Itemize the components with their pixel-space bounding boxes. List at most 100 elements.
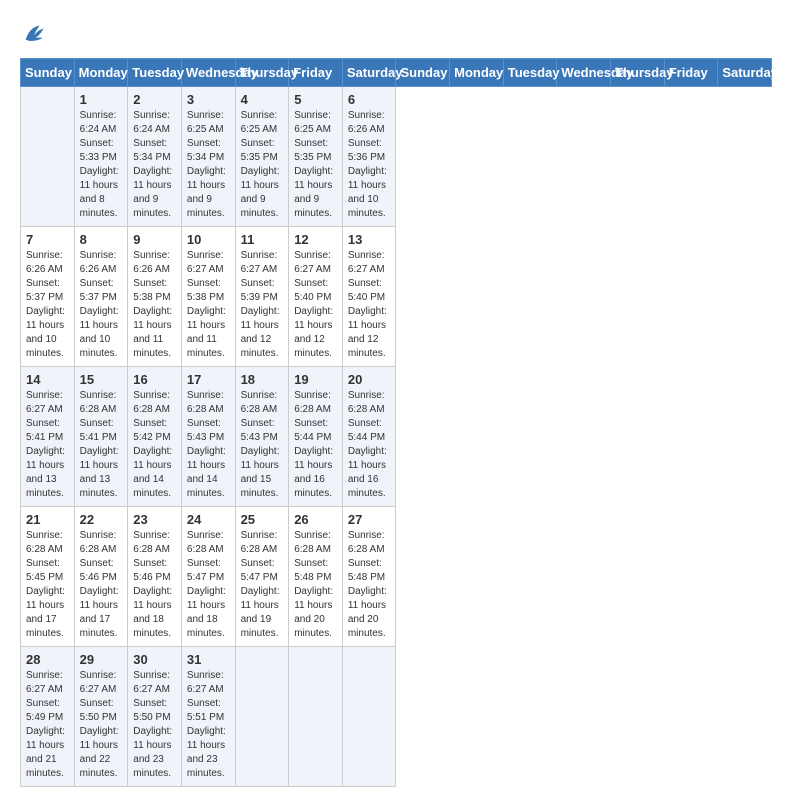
cell-details: Sunrise: 6:26 AMSunset: 5:38 PMDaylight:… — [133, 249, 176, 361]
day-header-tuesday: Tuesday — [503, 59, 557, 87]
calendar-cell: 30 Sunrise: 6:27 AMSunset: 5:50 PMDaylig… — [128, 647, 182, 787]
calendar-cell: 7 Sunrise: 6:26 AMSunset: 5:37 PMDayligh… — [21, 227, 75, 367]
day-number: 12 — [294, 232, 337, 247]
logo — [20, 20, 52, 48]
day-number: 28 — [26, 652, 69, 667]
day-number: 25 — [241, 512, 284, 527]
day-header-monday: Monday — [450, 59, 504, 87]
cell-details: Sunrise: 6:26 AMSunset: 5:37 PMDaylight:… — [26, 249, 69, 361]
calendar-cell: 13 Sunrise: 6:27 AMSunset: 5:40 PMDaylig… — [342, 227, 396, 367]
calendar-week-row: 21 Sunrise: 6:28 AMSunset: 5:45 PMDaylig… — [21, 507, 772, 647]
calendar-cell: 4 Sunrise: 6:25 AMSunset: 5:35 PMDayligh… — [235, 87, 289, 227]
day-header-wednesday: Wednesday — [181, 59, 235, 87]
calendar-cell: 23 Sunrise: 6:28 AMSunset: 5:46 PMDaylig… — [128, 507, 182, 647]
calendar-cell: 18 Sunrise: 6:28 AMSunset: 5:43 PMDaylig… — [235, 367, 289, 507]
cell-details: Sunrise: 6:28 AMSunset: 5:48 PMDaylight:… — [348, 529, 391, 641]
calendar-cell — [235, 647, 289, 787]
cell-details: Sunrise: 6:24 AMSunset: 5:34 PMDaylight:… — [133, 109, 176, 221]
day-number: 23 — [133, 512, 176, 527]
cell-details: Sunrise: 6:26 AMSunset: 5:37 PMDaylight:… — [80, 249, 123, 361]
calendar-cell: 31 Sunrise: 6:27 AMSunset: 5:51 PMDaylig… — [181, 647, 235, 787]
calendar-cell: 9 Sunrise: 6:26 AMSunset: 5:38 PMDayligh… — [128, 227, 182, 367]
day-number: 10 — [187, 232, 230, 247]
calendar-cell: 2 Sunrise: 6:24 AMSunset: 5:34 PMDayligh… — [128, 87, 182, 227]
day-number: 16 — [133, 372, 176, 387]
day-number: 6 — [348, 92, 391, 107]
calendar-cell — [289, 647, 343, 787]
calendar-cell: 22 Sunrise: 6:28 AMSunset: 5:46 PMDaylig… — [74, 507, 128, 647]
day-number: 13 — [348, 232, 391, 247]
day-number: 8 — [80, 232, 123, 247]
calendar-cell: 28 Sunrise: 6:27 AMSunset: 5:49 PMDaylig… — [21, 647, 75, 787]
calendar-cell: 5 Sunrise: 6:25 AMSunset: 5:35 PMDayligh… — [289, 87, 343, 227]
cell-details: Sunrise: 6:28 AMSunset: 5:44 PMDaylight:… — [348, 389, 391, 501]
day-number: 26 — [294, 512, 337, 527]
day-number: 18 — [241, 372, 284, 387]
calendar-header-row: SundayMondayTuesdayWednesdayThursdayFrid… — [21, 59, 772, 87]
day-number: 20 — [348, 372, 391, 387]
calendar-cell: 27 Sunrise: 6:28 AMSunset: 5:48 PMDaylig… — [342, 507, 396, 647]
cell-details: Sunrise: 6:28 AMSunset: 5:46 PMDaylight:… — [80, 529, 123, 641]
day-number: 3 — [187, 92, 230, 107]
calendar-cell — [21, 87, 75, 227]
calendar-cell: 19 Sunrise: 6:28 AMSunset: 5:44 PMDaylig… — [289, 367, 343, 507]
calendar-cell: 11 Sunrise: 6:27 AMSunset: 5:39 PMDaylig… — [235, 227, 289, 367]
day-number: 27 — [348, 512, 391, 527]
cell-details: Sunrise: 6:28 AMSunset: 5:47 PMDaylight:… — [241, 529, 284, 641]
calendar-cell: 20 Sunrise: 6:28 AMSunset: 5:44 PMDaylig… — [342, 367, 396, 507]
calendar-cell: 10 Sunrise: 6:27 AMSunset: 5:38 PMDaylig… — [181, 227, 235, 367]
day-header-saturday: Saturday — [718, 59, 772, 87]
day-header-friday: Friday — [664, 59, 718, 87]
calendar-week-row: 14 Sunrise: 6:27 AMSunset: 5:41 PMDaylig… — [21, 367, 772, 507]
cell-details: Sunrise: 6:28 AMSunset: 5:48 PMDaylight:… — [294, 529, 337, 641]
day-number: 30 — [133, 652, 176, 667]
logo-icon — [20, 20, 48, 48]
day-number: 1 — [80, 92, 123, 107]
calendar-cell — [342, 647, 396, 787]
cell-details: Sunrise: 6:27 AMSunset: 5:41 PMDaylight:… — [26, 389, 69, 501]
calendar-cell: 21 Sunrise: 6:28 AMSunset: 5:45 PMDaylig… — [21, 507, 75, 647]
day-number: 7 — [26, 232, 69, 247]
calendar-cell: 6 Sunrise: 6:26 AMSunset: 5:36 PMDayligh… — [342, 87, 396, 227]
cell-details: Sunrise: 6:28 AMSunset: 5:46 PMDaylight:… — [133, 529, 176, 641]
cell-details: Sunrise: 6:27 AMSunset: 5:51 PMDaylight:… — [187, 669, 230, 781]
calendar-cell: 8 Sunrise: 6:26 AMSunset: 5:37 PMDayligh… — [74, 227, 128, 367]
calendar-cell: 12 Sunrise: 6:27 AMSunset: 5:40 PMDaylig… — [289, 227, 343, 367]
day-number: 2 — [133, 92, 176, 107]
day-number: 5 — [294, 92, 337, 107]
cell-details: Sunrise: 6:27 AMSunset: 5:50 PMDaylight:… — [80, 669, 123, 781]
cell-details: Sunrise: 6:27 AMSunset: 5:40 PMDaylight:… — [348, 249, 391, 361]
calendar-cell: 14 Sunrise: 6:27 AMSunset: 5:41 PMDaylig… — [21, 367, 75, 507]
day-number: 17 — [187, 372, 230, 387]
cell-details: Sunrise: 6:25 AMSunset: 5:35 PMDaylight:… — [241, 109, 284, 221]
day-number: 31 — [187, 652, 230, 667]
day-number: 11 — [241, 232, 284, 247]
calendar-table: SundayMondayTuesdayWednesdayThursdayFrid… — [20, 58, 772, 787]
day-header-wednesday: Wednesday — [557, 59, 611, 87]
page-header — [20, 20, 772, 48]
day-header-friday: Friday — [289, 59, 343, 87]
day-header-sunday: Sunday — [396, 59, 450, 87]
day-header-saturday: Saturday — [342, 59, 396, 87]
calendar-cell: 15 Sunrise: 6:28 AMSunset: 5:41 PMDaylig… — [74, 367, 128, 507]
cell-details: Sunrise: 6:27 AMSunset: 5:40 PMDaylight:… — [294, 249, 337, 361]
day-number: 9 — [133, 232, 176, 247]
calendar-cell: 25 Sunrise: 6:28 AMSunset: 5:47 PMDaylig… — [235, 507, 289, 647]
cell-details: Sunrise: 6:25 AMSunset: 5:34 PMDaylight:… — [187, 109, 230, 221]
calendar-cell: 3 Sunrise: 6:25 AMSunset: 5:34 PMDayligh… — [181, 87, 235, 227]
calendar-cell: 16 Sunrise: 6:28 AMSunset: 5:42 PMDaylig… — [128, 367, 182, 507]
day-number: 4 — [241, 92, 284, 107]
calendar-cell: 26 Sunrise: 6:28 AMSunset: 5:48 PMDaylig… — [289, 507, 343, 647]
calendar-cell: 1 Sunrise: 6:24 AMSunset: 5:33 PMDayligh… — [74, 87, 128, 227]
day-header-tuesday: Tuesday — [128, 59, 182, 87]
day-header-sunday: Sunday — [21, 59, 75, 87]
day-number: 19 — [294, 372, 337, 387]
day-number: 15 — [80, 372, 123, 387]
calendar-week-row: 28 Sunrise: 6:27 AMSunset: 5:49 PMDaylig… — [21, 647, 772, 787]
day-number: 24 — [187, 512, 230, 527]
day-number: 29 — [80, 652, 123, 667]
cell-details: Sunrise: 6:26 AMSunset: 5:36 PMDaylight:… — [348, 109, 391, 221]
calendar-cell: 29 Sunrise: 6:27 AMSunset: 5:50 PMDaylig… — [74, 647, 128, 787]
day-number: 22 — [80, 512, 123, 527]
cell-details: Sunrise: 6:25 AMSunset: 5:35 PMDaylight:… — [294, 109, 337, 221]
